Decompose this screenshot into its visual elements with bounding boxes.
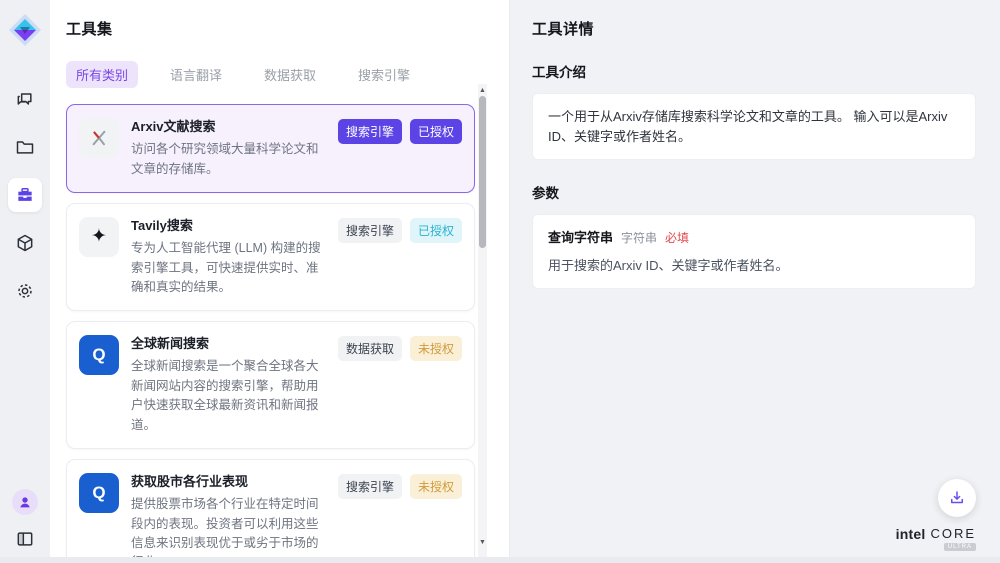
- rail-nav: [8, 82, 42, 308]
- category-tabs: 所有类别 语言翻译 数据获取 搜索引擎: [66, 61, 509, 88]
- category-badge: 数据获取: [338, 336, 402, 361]
- param-box: 查询字符串 字符串 必填 用于搜索的Arxiv ID、关键字或作者姓名。: [532, 214, 976, 289]
- tool-card-global-news[interactable]: Q 全球新闻搜索 全球新闻搜索是一个聚合全球各大新闻网站内容的搜索引擎，帮助用户…: [66, 321, 475, 449]
- app-window: 工具集 所有类别 语言翻译 数据获取 搜索引擎 Arxiv文献搜索 访问: [0, 0, 1000, 563]
- tab-language-translation[interactable]: 语言翻译: [160, 61, 232, 88]
- auth-status-badge: 已授权: [410, 218, 462, 243]
- tool-card-arxiv[interactable]: Arxiv文献搜索 访问各个研究领域大量科学论文和文章的存储库。 搜索引擎 已授…: [66, 104, 475, 193]
- panel-toggle-icon[interactable]: [11, 525, 39, 553]
- scrollbar-thumb[interactable]: [479, 96, 486, 248]
- tool-card-tavily[interactable]: ✦ Tavily搜索 专为人工智能代理 (LLM) 构建的搜索引擎工具，可快速提…: [66, 203, 475, 311]
- tool-title: 获取股市各行业表现: [131, 473, 326, 491]
- download-button[interactable]: [938, 479, 976, 517]
- tab-all-categories[interactable]: 所有类别: [66, 61, 138, 88]
- juhe-q-icon: Q: [79, 473, 119, 513]
- category-badge: 搜索引擎: [338, 119, 402, 144]
- detail-title: 工具详情: [532, 18, 976, 39]
- auth-status-badge: 未授权: [410, 474, 462, 499]
- app-logo-icon[interactable]: [7, 12, 43, 48]
- tool-description: 专为人工智能代理 (LLM) 构建的搜索引擎工具，可快速提供实时、准确和真实的结…: [131, 239, 326, 297]
- tab-search-engine[interactable]: 搜索引擎: [348, 61, 420, 88]
- auth-status-badge: 未授权: [410, 336, 462, 361]
- tool-list-panel: 工具集 所有类别 语言翻译 数据获取 搜索引擎 Arxiv文献搜索 访问: [50, 0, 510, 563]
- intro-text: 一个用于从Arxiv存储库搜索科学论文和文章的工具。 输入可以是Arxiv ID…: [548, 109, 947, 144]
- param-name: 查询字符串: [548, 228, 613, 248]
- chat-icon[interactable]: [8, 82, 42, 116]
- tab-data-acquisition[interactable]: 数据获取: [254, 61, 326, 88]
- icon-rail: [0, 0, 50, 563]
- auth-status-badge: 已授权: [410, 119, 462, 144]
- category-badge: 搜索引擎: [338, 474, 402, 499]
- folder-icon[interactable]: [8, 130, 42, 164]
- page-title: 工具集: [66, 18, 509, 39]
- scroll-down-arrow-icon[interactable]: ▼: [478, 538, 487, 547]
- tool-card-list: Arxiv文献搜索 访问各个研究领域大量科学论文和文章的存储库。 搜索引擎 已授…: [66, 104, 475, 563]
- tool-detail-panel: 工具详情 工具介绍 一个用于从Arxiv存储库搜索科学论文和文章的工具。 输入可…: [510, 0, 1000, 563]
- tool-title: Arxiv文献搜索: [131, 118, 326, 136]
- intro-box: 一个用于从Arxiv存储库搜索科学论文和文章的工具。 输入可以是Arxiv ID…: [532, 93, 976, 160]
- scroll-up-arrow-icon[interactable]: ▲: [478, 86, 487, 95]
- list-scrollbar[interactable]: ▲ ▼: [478, 84, 487, 563]
- arxiv-x-icon: [79, 118, 119, 158]
- sparkle-icon: ✦: [79, 217, 119, 257]
- param-type: 字符串: [621, 229, 657, 247]
- category-badge: 搜索引擎: [338, 218, 402, 243]
- rail-bottom: [11, 489, 39, 553]
- param-description: 用于搜索的Arxiv ID、关键字或作者姓名。: [548, 256, 960, 276]
- toolbox-icon[interactable]: [8, 178, 42, 212]
- tool-title: Tavily搜索: [131, 217, 326, 235]
- intro-heading: 工具介绍: [532, 61, 976, 81]
- intel-wordmark: intel: [896, 526, 926, 542]
- tool-description: 全球新闻搜索是一个聚合全球各大新闻网站内容的搜索引擎，帮助用户快速获取全球最新资…: [131, 357, 326, 435]
- ultra-badge: ULTRA: [944, 543, 976, 551]
- window-bottom-edge: [0, 557, 1000, 563]
- params-heading: 参数: [532, 182, 976, 202]
- param-required-flag: 必填: [665, 229, 689, 247]
- juhe-q-icon: Q: [79, 335, 119, 375]
- tool-title: 全球新闻搜索: [131, 335, 326, 353]
- cube-icon[interactable]: [8, 226, 42, 260]
- tool-card-sector-performance[interactable]: Q 获取股市各行业表现 提供股票市场各个行业在特定时间段内的表现。投资者可以利用…: [66, 459, 475, 563]
- tool-description: 访问各个研究领域大量科学论文和文章的存储库。: [131, 140, 326, 179]
- user-avatar-icon[interactable]: [12, 489, 38, 515]
- core-wordmark: core: [930, 526, 976, 541]
- intel-core-logo: intel core ULTRA: [896, 526, 976, 551]
- settings-gear-icon[interactable]: [8, 274, 42, 308]
- tool-description: 提供股票市场各个行业在特定时间段内的表现。投资者可以利用这些信息来识别表现优于或…: [131, 495, 326, 563]
